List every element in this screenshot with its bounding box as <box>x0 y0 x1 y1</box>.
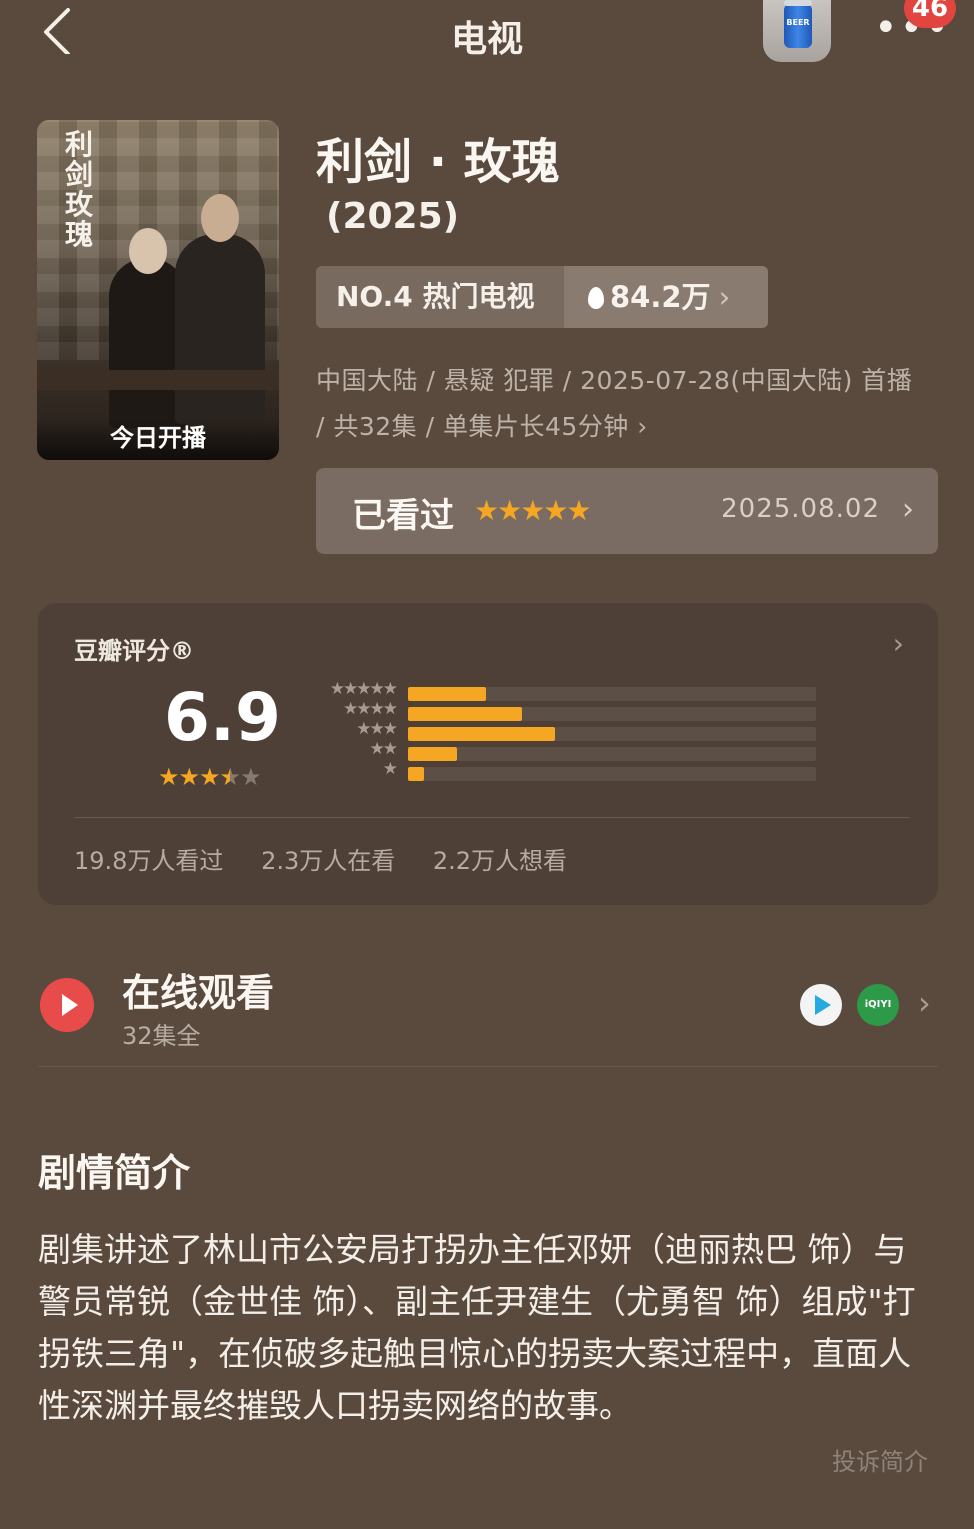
rating-bar-track <box>408 767 816 781</box>
user-rating-stars: ★★★★★ <box>474 494 592 527</box>
poster-title-art: 利剑 玫瑰 <box>65 128 94 251</box>
synopsis-title: 剧情简介 <box>38 1151 191 1195</box>
chevron-right-icon: › <box>718 280 731 314</box>
rating-bar-row: ★ <box>308 759 858 781</box>
chevron-right-icon: › <box>902 492 914 527</box>
online-watch-title[interactable]: 在线观看 <box>122 962 274 1017</box>
poster-badge: 今日开播 <box>37 420 279 460</box>
poster-desk <box>37 370 279 390</box>
show-year: (2025) <box>326 196 460 237</box>
poster-image[interactable]: 利剑 玫瑰 今日开播 <box>37 120 279 460</box>
rating-bar-stars: ★★ <box>369 739 399 759</box>
douban-score: 6.9 <box>164 679 281 756</box>
heat-value: 84.2万 <box>610 280 711 314</box>
watched-status-button[interactable]: 已看过 ★★★★★ 2025.08.02 › <box>316 468 938 554</box>
douban-rating-label: 豆瓣评分® <box>74 637 194 665</box>
rating-bar-track <box>408 747 816 761</box>
play-icon[interactable] <box>40 978 94 1032</box>
watched-date: 2025.08.02 <box>721 494 880 524</box>
fire-icon <box>588 287 604 309</box>
rating-bar-fill <box>408 727 555 741</box>
watched-label: 已看过 <box>352 496 454 536</box>
star-icon: ★ <box>158 763 179 791</box>
star-empty-icon: ★ <box>240 763 261 791</box>
audience-counts: 19.8万人看过 2.3万人在看 2.2万人想看 <box>74 841 587 876</box>
rank-pill[interactable]: NO.4 热门电视 84.2万 › <box>316 266 768 328</box>
half-star-icon: ★ <box>219 763 241 791</box>
tencent-video-icon[interactable] <box>800 984 842 1026</box>
show-title: 利剑 · 玫瑰 <box>316 134 560 190</box>
show-meta[interactable]: 中国大陆 / 悬疑 犯罪 / 2025-07-28(中国大陆) 首播 / 共32… <box>316 358 916 450</box>
rank-label[interactable]: NO.4 热门电视 <box>316 266 564 328</box>
rating-bar-stars: ★ <box>382 759 398 779</box>
rating-bar-fill <box>408 687 486 701</box>
watching-count[interactable]: 2.3万人在看 <box>261 847 395 875</box>
show-meta-text: 中国大陆 / 悬疑 犯罪 / 2025-07-28(中国大陆) 首播 / 共32… <box>316 366 913 441</box>
chevron-right-icon[interactable]: › <box>893 627 904 660</box>
divider <box>38 1066 938 1067</box>
chevron-right-icon[interactable]: › <box>918 984 931 1022</box>
rating-bar-stars: ★★★ <box>356 719 398 739</box>
synopsis-body: 剧集讲述了林山市公安局打拐办主任邓妍（迪丽热巴 饰）与警员常锐（金世佳 饰）、副… <box>38 1230 916 1425</box>
star-icon: ★ <box>178 763 200 791</box>
star-icon: ★ <box>199 763 220 791</box>
beer-can-label: BEER <box>786 18 810 27</box>
episode-count: 32集全 <box>122 1022 201 1050</box>
chevron-right-icon: › <box>637 412 648 441</box>
beer-can-avatar[interactable]: BEER <box>763 0 831 62</box>
rating-bar-fill <box>408 767 424 781</box>
report-synopsis-link[interactable]: 投诉简介 <box>832 1442 928 1477</box>
divider <box>74 817 910 818</box>
douban-rating-card[interactable]: 豆瓣评分® › 6.9 ★★★★★ ★★★★★ ★★★★ ★★★ ★★ ★ 19.8万人… <box>38 603 938 905</box>
notification-badge: 46 <box>904 0 956 28</box>
rating-bar-stars: ★★★★★ <box>329 679 398 699</box>
want-count[interactable]: 2.2万人想看 <box>433 847 567 875</box>
rating-bar-fill <box>408 707 522 721</box>
iqiyi-icon[interactable]: iQIYI <box>857 984 899 1026</box>
rating-bar-fill <box>408 747 457 761</box>
rating-bar-track <box>408 707 816 721</box>
poster-figure-man <box>175 194 265 424</box>
rating-bar-track <box>408 687 816 701</box>
watched-count[interactable]: 19.8万人看过 <box>74 847 223 875</box>
rating-bar-stars: ★★★★ <box>343 699 398 719</box>
heat-button[interactable]: 84.2万 › <box>564 266 768 328</box>
score-stars: ★★★★★ <box>158 763 262 791</box>
rating-bar-track <box>408 727 816 741</box>
